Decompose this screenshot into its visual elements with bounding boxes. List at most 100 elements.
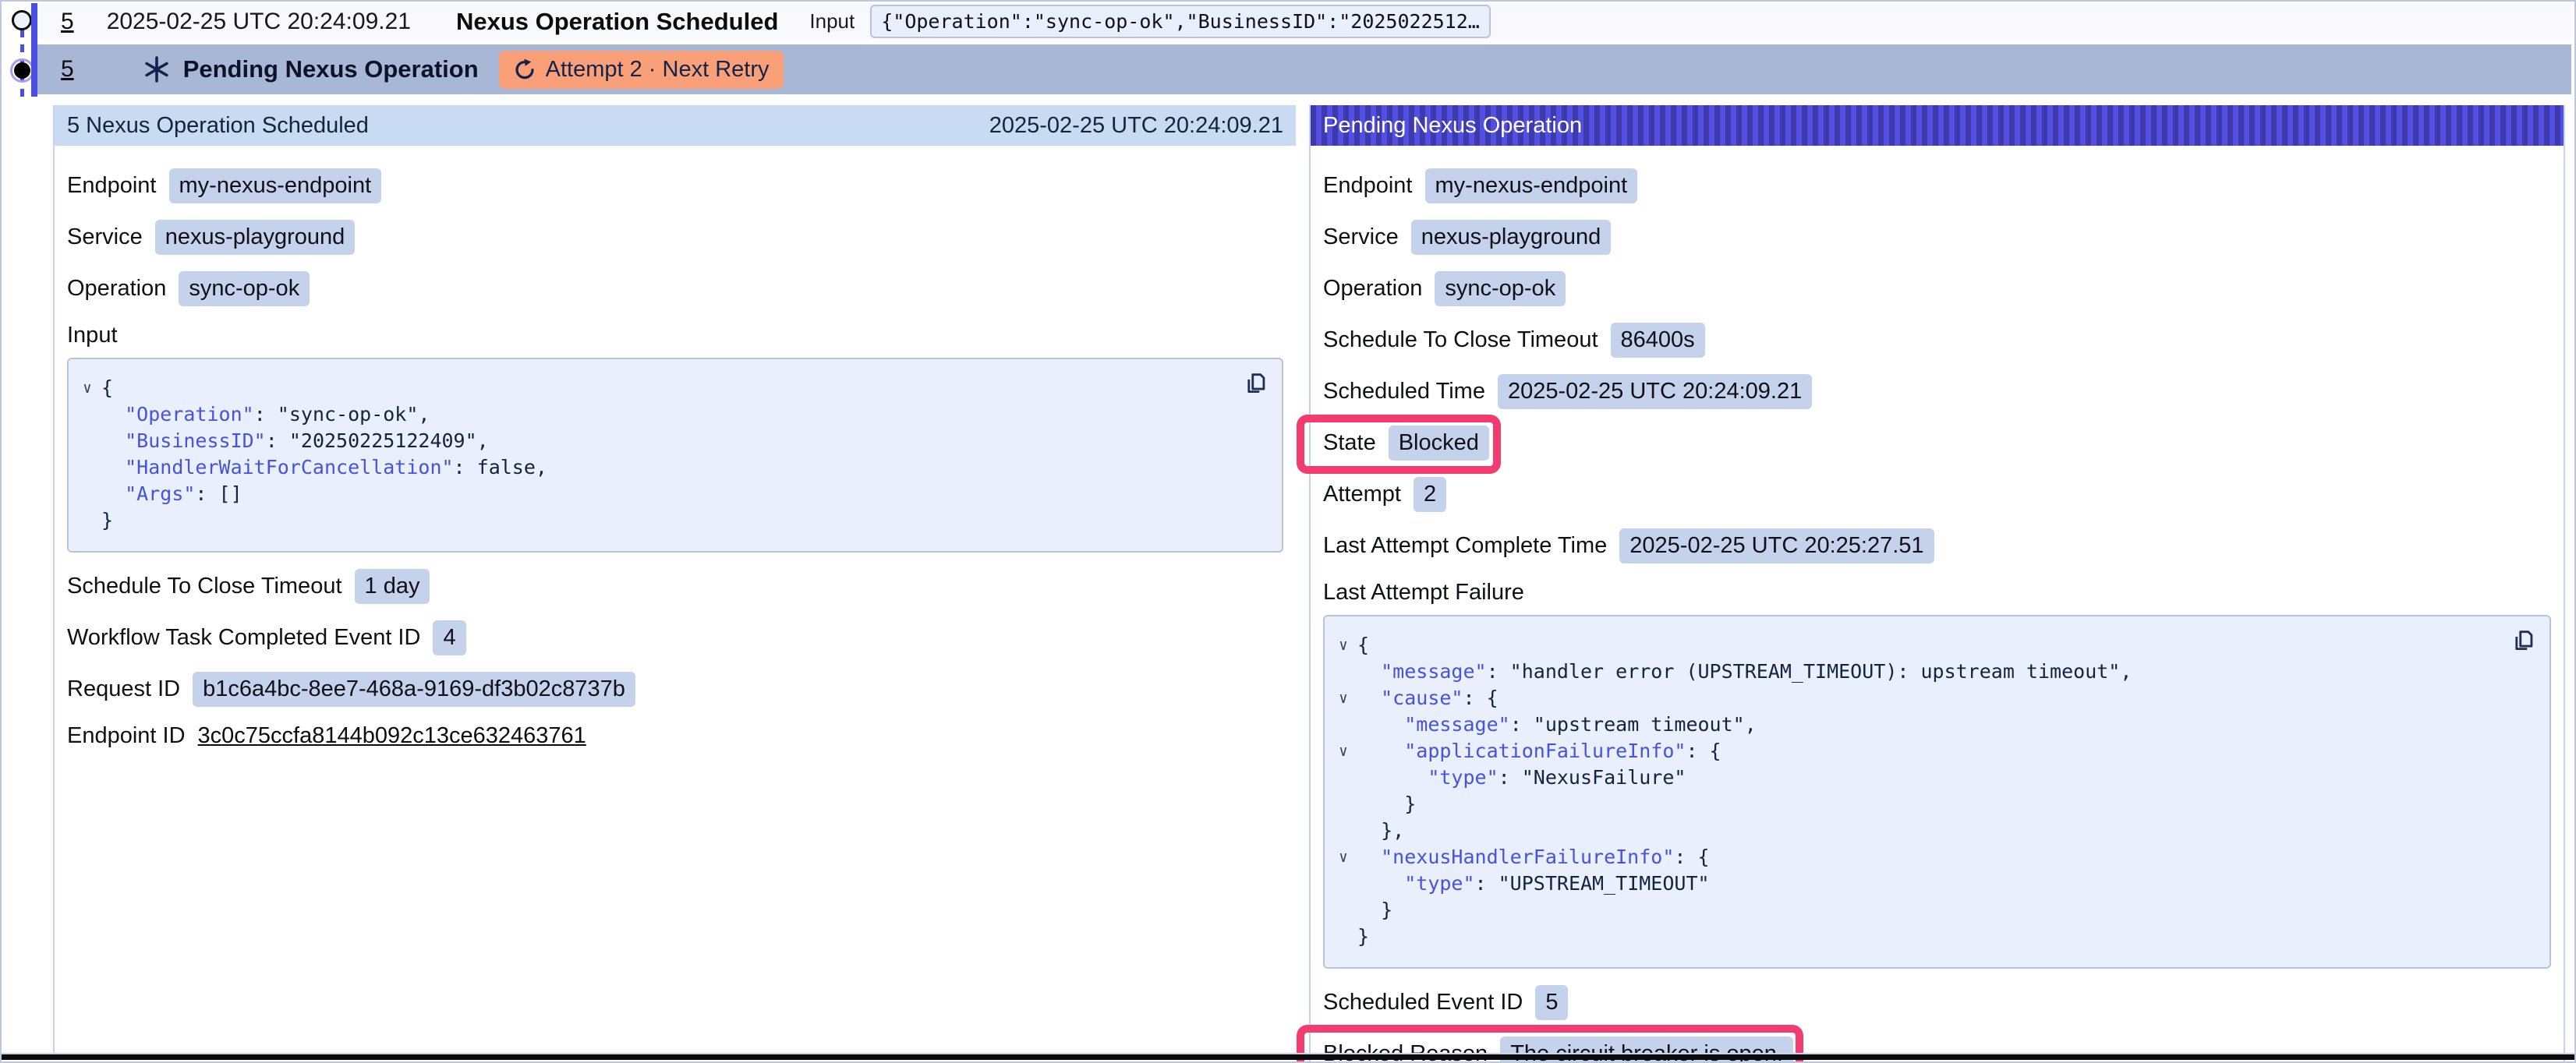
field-value-badge: 5 [1535,985,1568,1020]
event-timestamp: 2025-02-25 UTC 20:24:09.21 [107,9,411,35]
field-label: Operation [1323,276,1422,302]
field-value-badge: b1c6a4bc-8ee7-468a-9169-df3b02c8737b [193,672,635,707]
field-row: Operation sync-op-ok [67,271,1283,306]
event-id-link[interactable]: 5 [61,9,74,35]
field-row: Service nexus-playground [67,220,1283,255]
field-value-badge: my-nexus-endpoint [169,168,382,203]
code-line-text: "cause": { [1357,685,1499,712]
history-row-scheduled[interactable]: 5 2025-02-25 UTC 20:24:09.21 Nexus Opera… [37,3,2571,40]
field-row: Attempt 2 [1323,477,2551,512]
asterisk-icon [143,55,171,83]
field-label: Scheduled Time [1323,379,1485,404]
history-row-pending[interactable]: 5 Pending Nexus Operation Attempt 2 · Ne… [37,44,2571,94]
code-line-text: "message": "handler error (UPSTREAM_TIME… [1357,659,2132,685]
panel-title: Pending Nexus Operation [1323,113,1582,139]
chevron-gutter [1329,765,1357,791]
code-line-text: "Args": [] [101,481,242,507]
pending-operation-panel: Pending Nexus Operation Endpoint my-nexu… [1309,105,2565,1063]
chevron-gutter [73,428,101,454]
failure-json-block: ∨{ "message": "handler error (UPSTREAM_T… [1323,615,2551,969]
state-field-row: State Blocked [1323,426,2551,461]
field-label: Service [67,224,143,250]
collapse-chevron-icon[interactable]: ∨ [1329,632,1357,659]
code-line-text: { [1357,632,1369,659]
failure-section-label: Last Attempt Failure [1323,580,2551,606]
chevron-gutter [1329,712,1357,738]
field-label: Schedule To Close Timeout [1323,327,1598,353]
chevron-gutter [73,401,101,428]
collapse-chevron-icon[interactable]: ∨ [73,375,101,401]
code-line-text: { [101,375,113,401]
timeline-gutter [2,2,37,1063]
field-label: Operation [67,276,166,302]
field-value-badge: my-nexus-endpoint [1425,168,1638,203]
code-line-text: "HandlerWaitForCancellation": false, [101,454,547,481]
chevron-gutter [1329,897,1357,924]
code-line-text: } [1357,897,1392,924]
input-label: Input [809,9,855,34]
field-value-badge: nexus-playground [1411,220,1612,255]
code-line-text: }, [1357,818,1404,844]
code-line-text: "applicationFailureInfo": { [1357,738,1721,765]
code-line-text: } [1357,791,1416,818]
code-line-text: "Operation": "sync-op-ok", [101,401,430,428]
chevron-gutter [73,481,101,507]
field-value-badge: 2025-02-25 UTC 20:24:09.21 [1498,374,1812,409]
input-json-block: ∨{ "Operation": "sync-op-ok", "BusinessI… [67,358,1283,553]
field-value-badge: nexus-playground [155,220,356,255]
field-row: Workflow Task Completed Event ID 4 [67,620,1283,655]
field-value-badge: 4 [433,620,465,655]
panel-timestamp: 2025-02-25 UTC 20:24:09.21 [989,113,1283,139]
chevron-gutter [1329,924,1357,950]
state-value-badge: Blocked [1389,426,1489,461]
collapse-chevron-icon[interactable]: ∨ [1329,844,1357,871]
retry-arrow-icon [513,58,536,81]
input-preview-chip[interactable]: {"Operation":"sync-op-ok","BusinessID":"… [870,5,1491,38]
event-marker-current-icon [14,62,30,79]
field-label: Last Attempt Complete Time [1323,533,1607,559]
field-row: Endpoint ID 3c0c75ccfa8144b092c13ce63246… [67,723,1283,749]
collapse-chevron-icon[interactable]: ∨ [1329,685,1357,712]
field-label: Schedule To Close Timeout [67,574,342,599]
active-event-indicator-bar [31,3,37,97]
field-row: Scheduled Event ID 5 [1323,985,2551,1020]
field-row: Endpoint my-nexus-endpoint [67,168,1283,203]
field-value-badge: 2 [1414,477,1446,512]
field-row: Endpoint my-nexus-endpoint [1323,168,2551,203]
copy-button[interactable] [1243,370,1269,397]
field-label: Service [1323,224,1399,250]
copy-button[interactable] [2511,627,2537,654]
field-value-badge: 1 day [355,569,430,604]
event-marker-open-icon [12,10,32,30]
chevron-gutter [73,454,101,481]
code-line-text: "message": "upstream timeout", [1357,712,1757,738]
chevron-gutter [1329,791,1357,818]
code-line-text: } [1357,924,1369,950]
field-label: Scheduled Event ID [1323,990,1523,1015]
attempt-retry-badge: Attempt 2 · Next Retry [499,51,784,89]
field-row: Service nexus-playground [1323,220,2551,255]
event-id-link[interactable]: 5 [61,56,74,83]
field-label: Endpoint [1323,173,1413,199]
field-value-badge: sync-op-ok [179,271,310,306]
workflow-history-screen: 5 2025-02-25 UTC 20:24:09.21 Nexus Opera… [0,0,2576,1063]
field-label: Workflow Task Completed Event ID [67,625,420,651]
code-line-text: } [101,507,113,534]
field-row: Operation sync-op-ok [1323,271,2551,306]
code-line-text: "nexusHandlerFailureInfo": { [1357,844,1710,871]
field-value-badge: 2025-02-25 UTC 20:25:27.51 [1619,528,1934,563]
event-title: Pending Nexus Operation [183,55,479,83]
endpoint-id-link[interactable]: 3c0c75ccfa8144b092c13ce632463761 [198,723,586,749]
scheduled-event-detail-panel: 5 Nexus Operation Scheduled 2025-02-25 U… [53,105,1296,1056]
panel-title: 5 Nexus Operation Scheduled [67,113,369,139]
input-section-label: Input [67,323,1283,348]
pending-panel-header: Pending Nexus Operation [1311,105,2564,146]
collapse-chevron-icon[interactable]: ∨ [1329,738,1357,765]
field-row: Schedule To Close Timeout 1 day [67,569,1283,604]
field-value-badge: 86400s [1611,323,1705,358]
field-label: Endpoint ID [67,723,186,749]
scheduled-panel-header: 5 Nexus Operation Scheduled 2025-02-25 U… [55,105,1296,146]
field-label: Request ID [67,676,180,702]
chevron-gutter [1329,871,1357,897]
field-value-badge: sync-op-ok [1435,271,1566,306]
